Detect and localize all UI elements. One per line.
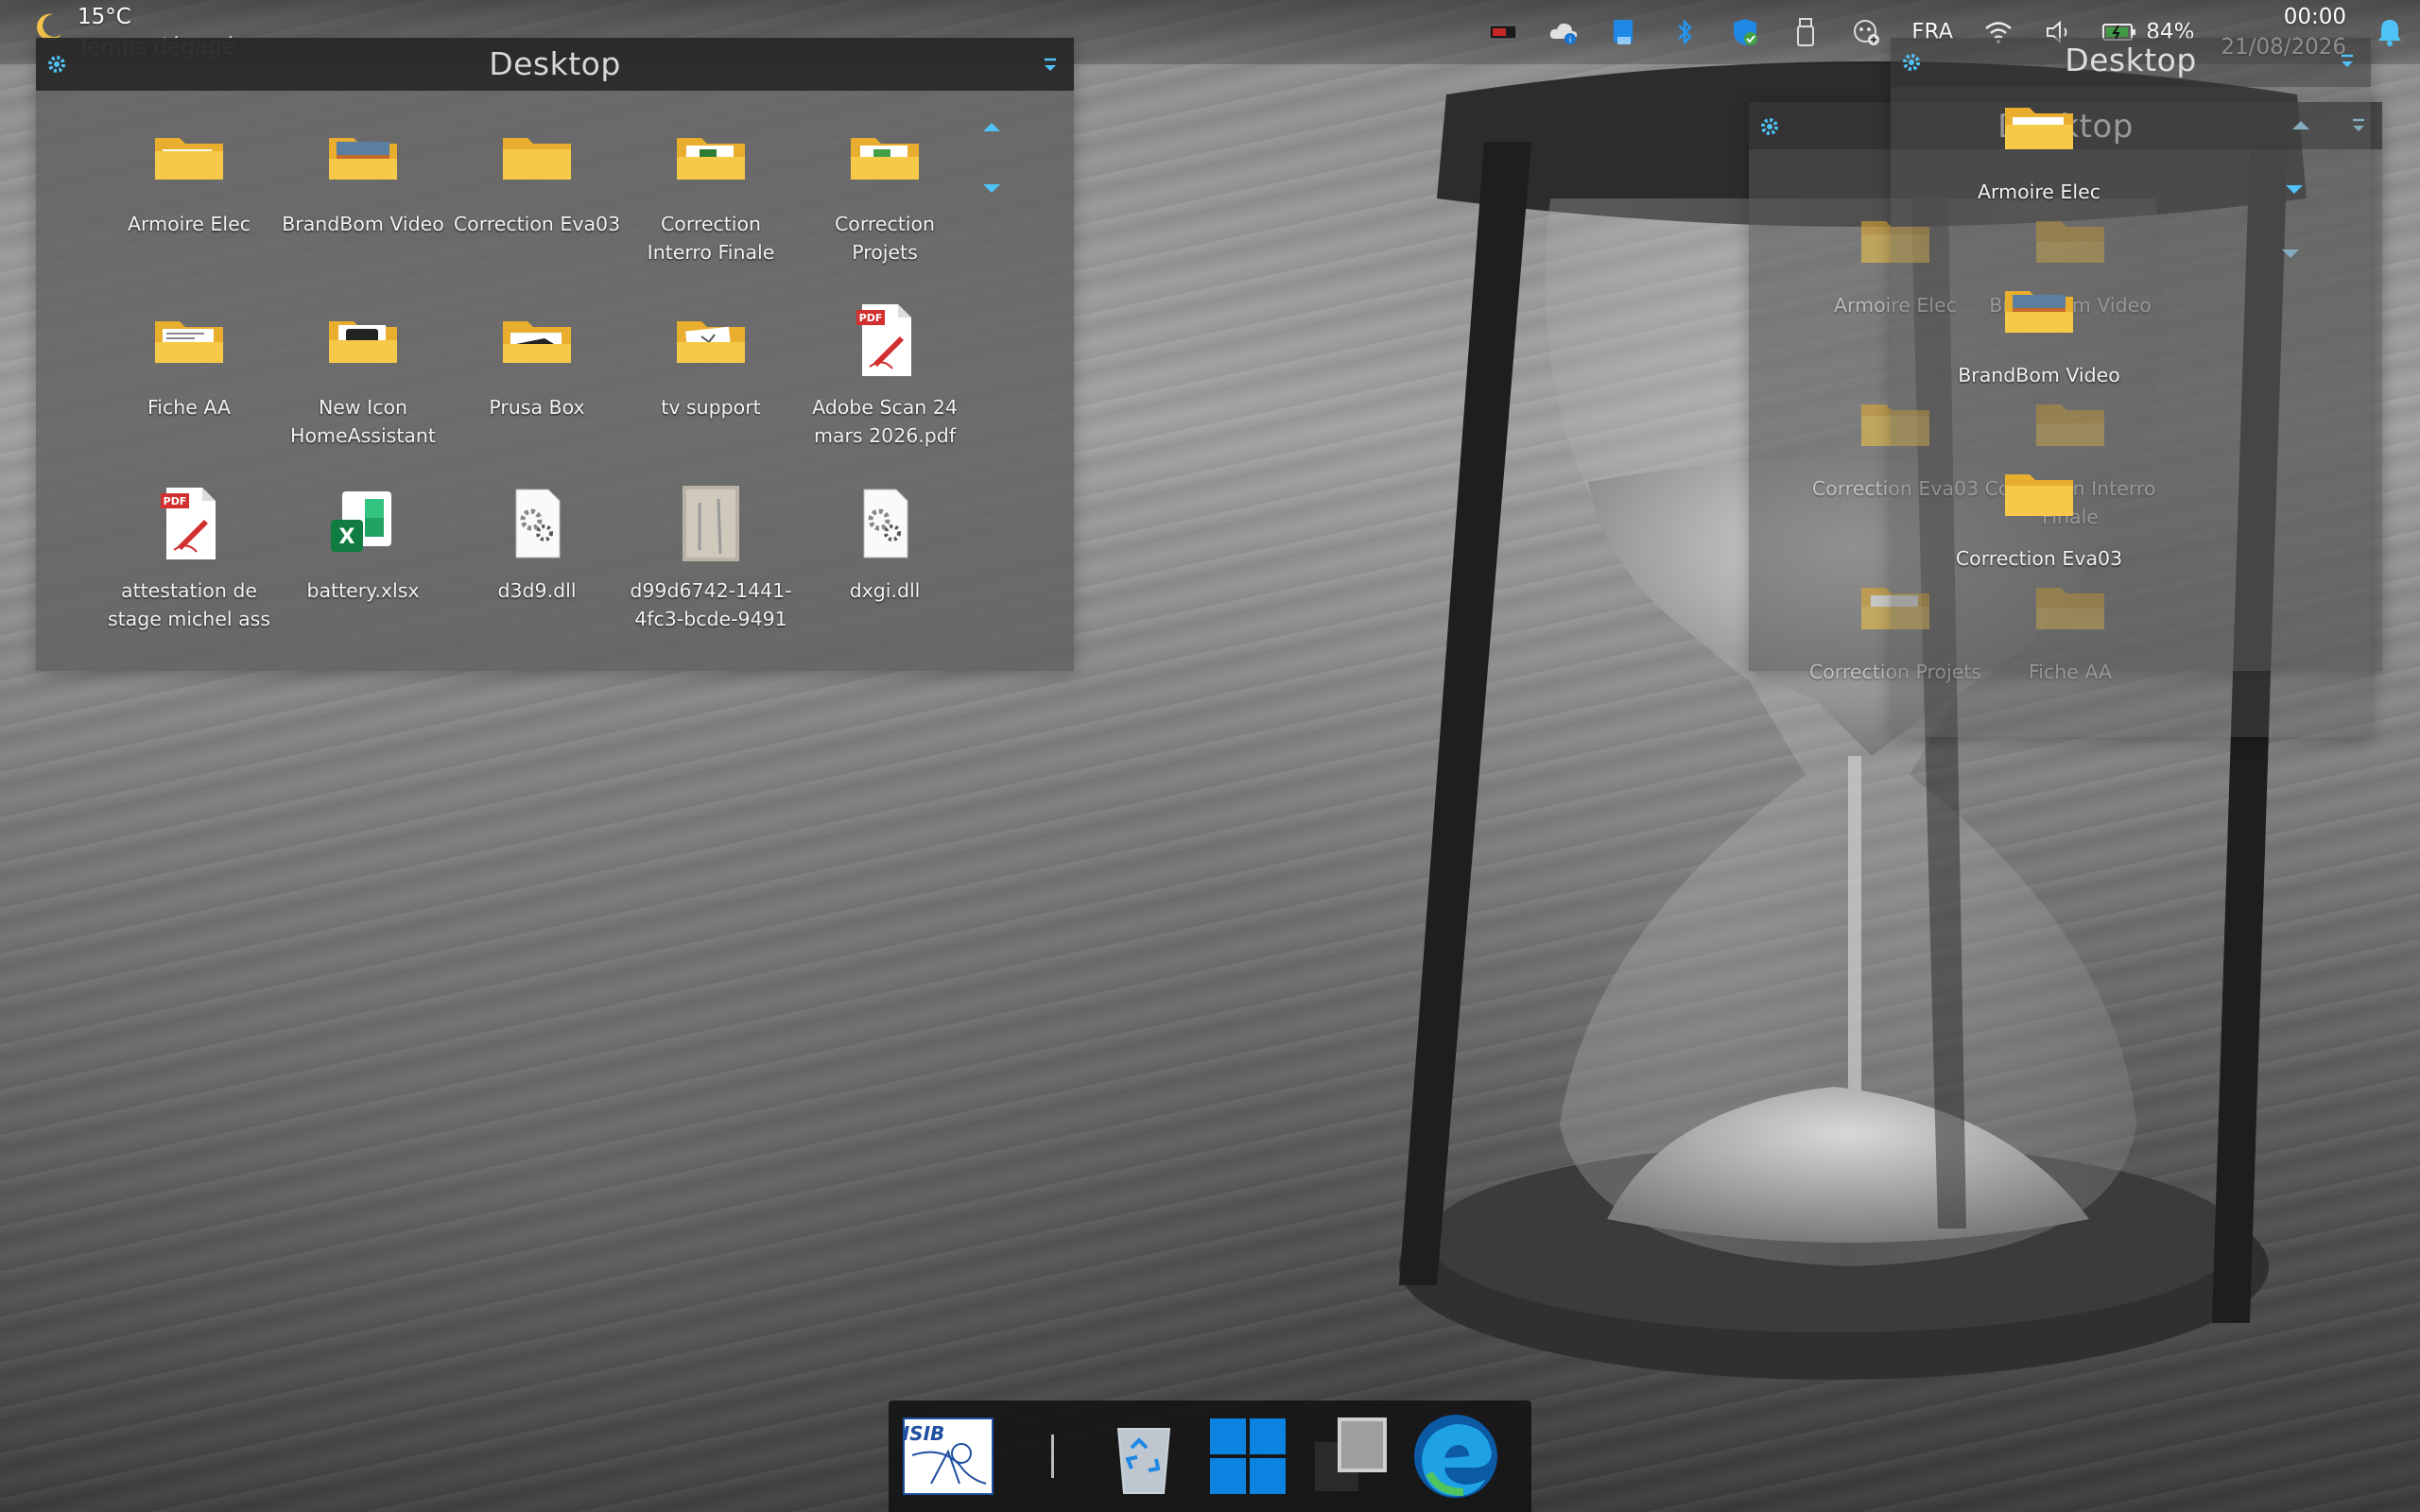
collapse-icon[interactable] [1040, 55, 1061, 76]
taskbar-separator [1051, 1435, 1054, 1478]
fence-title: Desktop [489, 45, 621, 82]
onedrive-icon[interactable]: i [1545, 13, 1582, 51]
fence-items-grid: Armoire Elec BrandBom Video Correction E… [102, 113, 972, 663]
folder-doc-icon [155, 321, 223, 363]
bell-icon[interactable] [2371, 13, 2409, 51]
desktop-item[interactable]: PDF attestation de stage michel ass [102, 480, 276, 663]
folder-image-icon [329, 138, 397, 180]
isib-logo-text: ISIB [903, 1422, 944, 1445]
fence-items-column: Armoire Elec BrandBom Video Correction E… [1949, 108, 2129, 682]
weather-temperature: 15°C [78, 5, 131, 29]
dll-icon [863, 489, 908, 558]
folder-icon [155, 138, 223, 180]
desktop-item[interactable]: Correction Eva03 [1949, 474, 2129, 682]
folder-icon [2005, 474, 2073, 516]
desktop-item[interactable]: New Icon HomeAssistant [276, 297, 450, 480]
svg-text:PDF: PDF [859, 312, 883, 324]
folder-icon [503, 321, 571, 363]
svg-text:PDF: PDF [164, 495, 187, 507]
folder-icon [503, 138, 571, 180]
desktop-item[interactable]: Prusa Box [450, 297, 624, 480]
desktop-item[interactable]: Fiche AA [102, 297, 276, 480]
excel-icon: X [331, 491, 391, 552]
svg-text:i: i [1569, 36, 1572, 45]
scroll-down-icon[interactable] [983, 184, 1000, 193]
folder-printer-icon [329, 321, 397, 363]
edge-icon[interactable] [1406, 1406, 1506, 1506]
scroll-down-icon[interactable] [2286, 185, 2303, 194]
pdf-icon: PDF [856, 304, 911, 376]
desktop-item[interactable]: Correction Eva03 [450, 113, 624, 297]
defender-icon[interactable] [1726, 13, 1764, 51]
desktop-item[interactable]: tv support [624, 297, 798, 480]
recycle-bin-icon[interactable] [1094, 1406, 1194, 1506]
folder-image-icon [2005, 291, 2073, 333]
desktop-item[interactable]: dxgi.dll [798, 480, 972, 663]
folder-doc-icon [677, 321, 745, 363]
red-card-icon[interactable] [1484, 13, 1522, 51]
windows-start-icon[interactable] [1198, 1406, 1298, 1506]
fence-title-bar[interactable]: Desktop [36, 38, 1074, 91]
desktop-item[interactable]: X battery.xlsx [276, 480, 450, 663]
blue-app-icon[interactable] [1605, 13, 1643, 51]
dll-icon [515, 489, 561, 558]
collapse-icon[interactable] [2337, 51, 2358, 72]
fence-desktop-main[interactable]: Desktop Armoire Elec BrandBom Video Corr… [36, 38, 1074, 671]
folder-icon [2005, 108, 2073, 149]
folder-doc-icon [677, 138, 745, 180]
bluetooth-icon[interactable] [1666, 13, 1703, 51]
fence-title: Desktop [2065, 42, 2197, 78]
taskbar: ISIB [889, 1400, 1531, 1512]
scroll-up-icon[interactable] [983, 123, 1000, 131]
desktop-item[interactable]: d3d9.dll [450, 480, 624, 663]
svg-text:X: X [339, 525, 355, 549]
desktop-item[interactable]: PDF Adobe Scan 24 mars 2026.pdf [798, 297, 972, 480]
desktop-item[interactable]: d99d6742-1441-4fc3-bcde-9491 [624, 480, 798, 663]
image-thumb-icon [683, 486, 739, 561]
desktop-item[interactable]: Armoire Elec [102, 113, 276, 297]
usb-drive-icon[interactable] [1787, 13, 1824, 51]
fence-desktop-overlay[interactable]: Desktop Armoire Elec BrandBom Video Corr… [1891, 38, 2371, 737]
clock-time: 00:00 [2283, 5, 2346, 29]
task-view-icon[interactable] [1302, 1406, 1402, 1506]
meet-now-icon[interactable] [1847, 13, 1885, 51]
desktop-item[interactable]: Correction Projets [798, 113, 972, 297]
fence-title-bar[interactable]: Desktop [1891, 38, 2371, 87]
folder-doc-icon [851, 138, 919, 180]
isib-logo-icon[interactable]: ISIB [898, 1406, 998, 1506]
desktop-item[interactable]: Correction Interro Finale [624, 113, 798, 297]
desktop-item[interactable]: BrandBom Video [276, 113, 450, 297]
pdf-icon: PDF [161, 488, 216, 559]
